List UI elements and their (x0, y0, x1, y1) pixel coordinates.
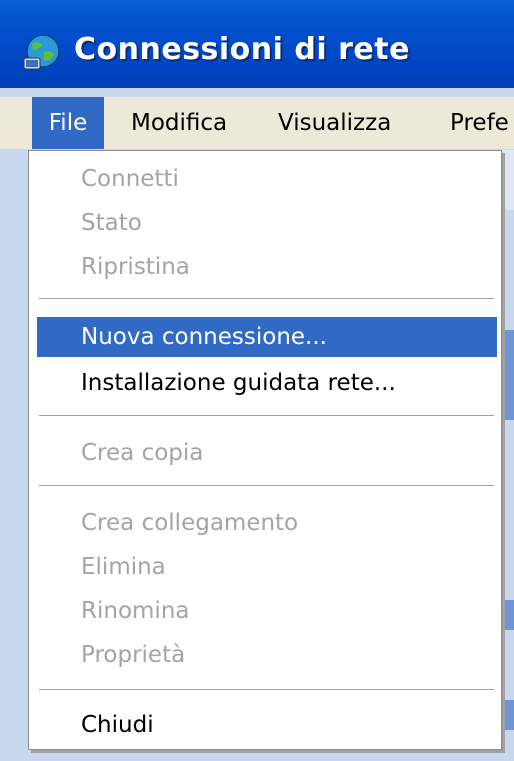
background-window-strip (500, 330, 514, 420)
menu-separator (39, 415, 494, 417)
menu-item-chiudi[interactable]: Chiudi (37, 705, 497, 745)
menu-item-ripristina[interactable]: Ripristina (37, 247, 497, 287)
menu-item-installazione-guidata-rete[interactable]: Installazione guidata rete... (37, 363, 497, 403)
menu-separator (39, 298, 494, 300)
menu-separator (39, 689, 494, 691)
network-globe-icon (24, 34, 60, 70)
menu-item-connetti[interactable]: Connetti (37, 159, 497, 199)
menu-item-stato[interactable]: Stato (37, 203, 497, 243)
menu-preferiti[interactable]: Prefe (450, 97, 509, 149)
menu-item-elimina[interactable]: Elimina (37, 547, 497, 587)
menu-item-crea-collegamento[interactable]: Crea collegamento (37, 503, 497, 543)
menu-file[interactable]: File (32, 97, 104, 149)
menu-item-nuova-connessione[interactable]: Nuova connessione... (37, 317, 497, 357)
menu-separator (39, 485, 494, 487)
window-title: Connessioni di rete (74, 32, 410, 67)
menu-item-rinomina[interactable]: Rinomina (37, 591, 497, 631)
background-window-strip (500, 600, 514, 630)
background-window-strip (500, 700, 514, 730)
menu-modifica[interactable]: Modifica (131, 97, 227, 149)
file-menu-dropdown: Connetti Stato Ripristina Nuova connessi… (28, 150, 502, 750)
menu-item-crea-copia[interactable]: Crea copia (37, 433, 497, 473)
title-bar[interactable]: Connessioni di rete (0, 0, 514, 88)
menu-item-proprieta[interactable]: Proprietà (37, 635, 497, 675)
menu-visualizza[interactable]: Visualizza (278, 97, 391, 149)
menu-bar: File Modifica Visualizza Prefe (0, 97, 514, 149)
background-window-strip (500, 150, 514, 210)
